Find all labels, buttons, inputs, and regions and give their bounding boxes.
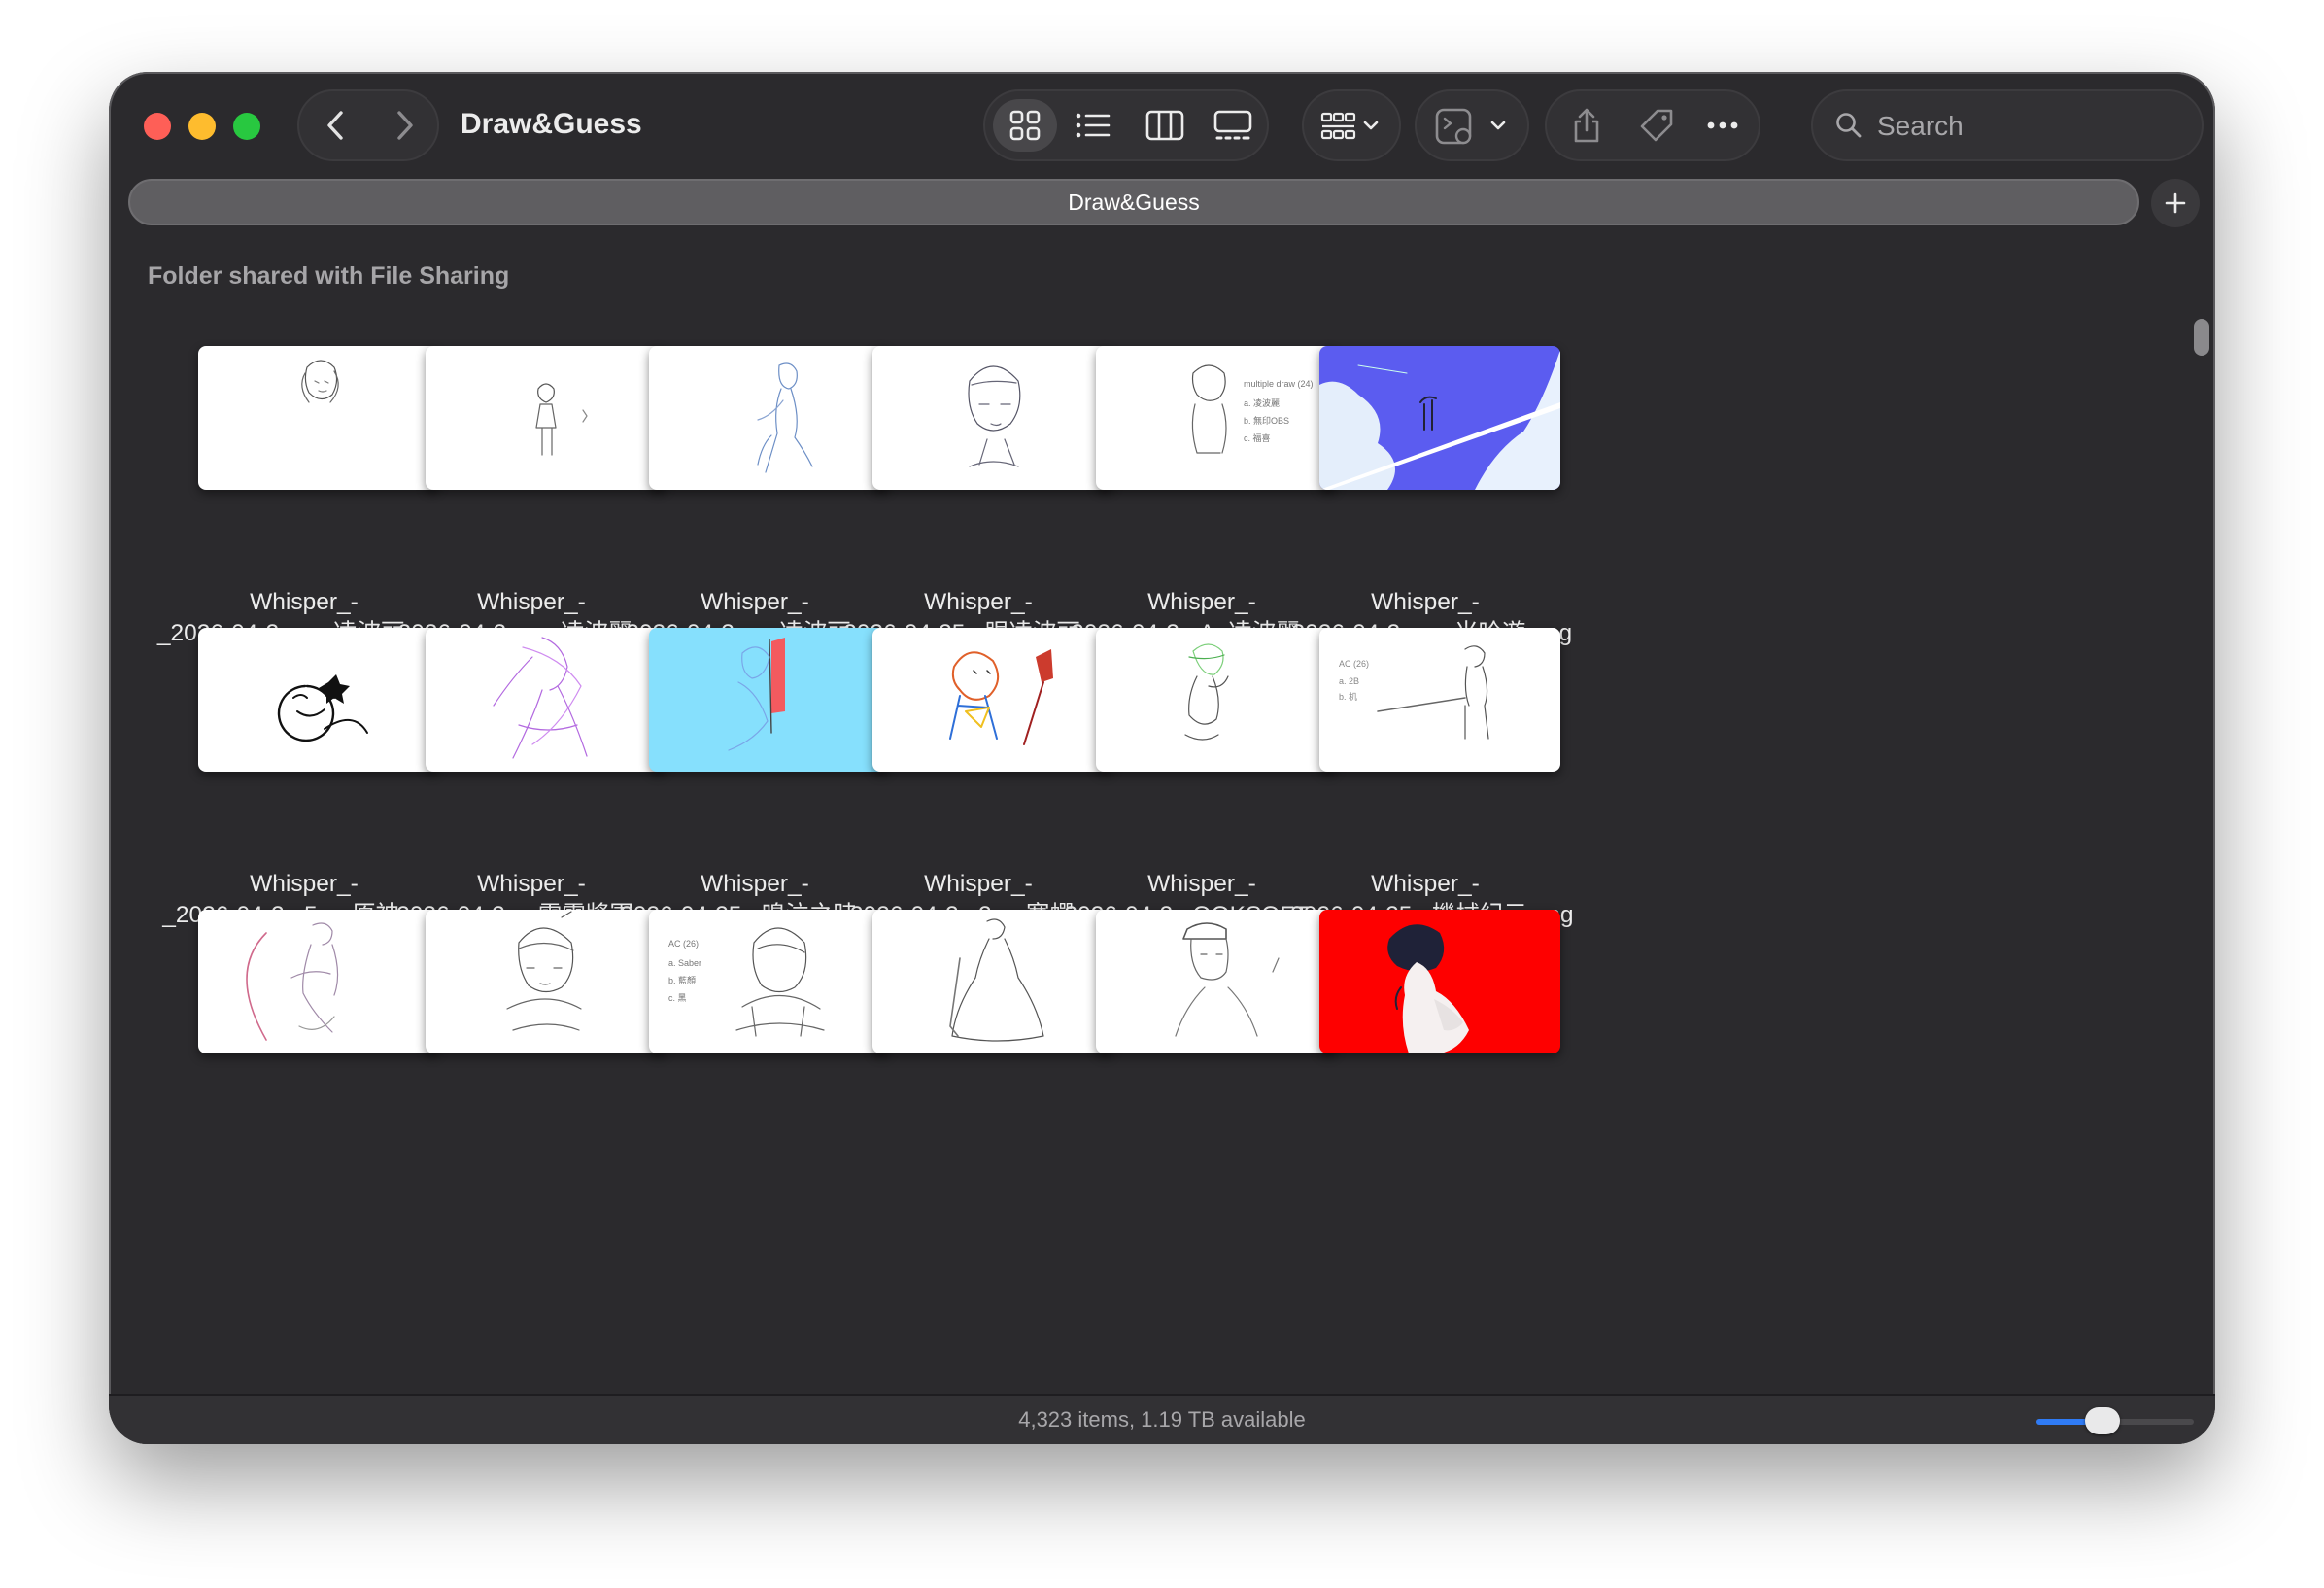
status-bar: 4,323 items, 1.19 TB available	[109, 1394, 2215, 1444]
svg-text:c. 黑: c. 黑	[668, 993, 687, 1003]
file-thumbnail[interactable]	[1319, 346, 1560, 490]
icon-size-slider-knob[interactable]	[2085, 1407, 2121, 1434]
scrollbar[interactable]	[2188, 303, 2207, 1370]
file-thumbnail[interactable]: AC (26) a. 2B b. 机	[1319, 628, 1560, 772]
svg-text:AC (26): AC (26)	[1339, 659, 1369, 669]
file-name-line1: Whisper_-	[1371, 871, 1480, 897]
file-grid: Whisper_-_2026-04-2..._-_凌波丽.png4,096×2,…	[109, 72, 2198, 1394]
svg-text:b. 机: b. 机	[1339, 691, 1357, 702]
file-thumbnail[interactable]	[1319, 910, 1560, 1053]
finder-window: Draw&Guess Search Draw&Guess Folder shar…	[109, 72, 2215, 1444]
svg-text:a. Saber: a. Saber	[668, 958, 701, 968]
svg-text:AC (26): AC (26)	[668, 939, 699, 949]
svg-text:a. 2B: a. 2B	[1339, 676, 1359, 686]
scrollbar-thumb[interactable]	[2194, 319, 2209, 356]
svg-text:b. 藍顏: b. 藍顏	[668, 975, 696, 985]
file-item[interactable]	[1255, 910, 1595, 1260]
status-text: 4,323 items, 1.19 TB available	[1018, 1407, 1306, 1432]
file-name-line1: Whisper_-	[1371, 589, 1480, 615]
